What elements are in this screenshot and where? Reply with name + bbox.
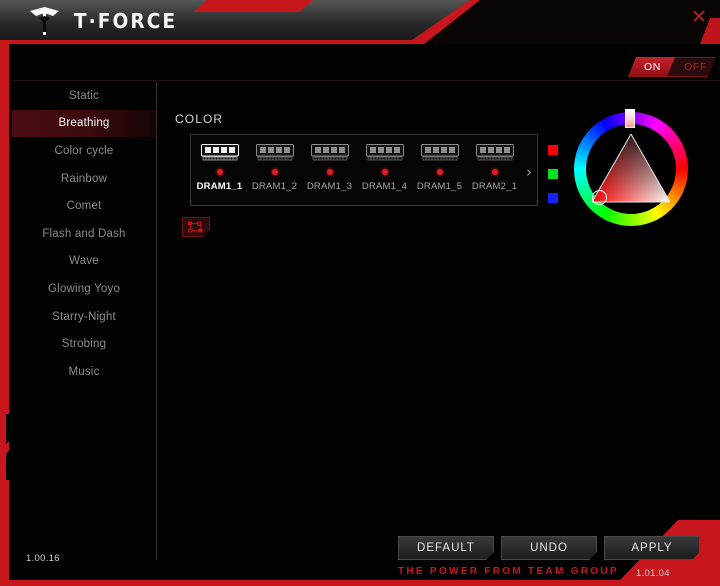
sidebar-item-glowing-yoyo[interactable]: Glowing Yoyo xyxy=(12,275,156,303)
brand-logo: T·FORCE xyxy=(28,6,181,36)
dram-module-icon xyxy=(255,144,294,161)
dram-led-indicator xyxy=(381,169,388,175)
version-right: 1.01.04 xyxy=(636,568,670,579)
version-left: 1.00.16 xyxy=(26,553,60,564)
sidebar-item-comet[interactable]: Comet xyxy=(12,192,156,220)
dram-module-icon xyxy=(420,144,459,161)
color-section-label: COLOR xyxy=(175,112,224,126)
sidebar-divider xyxy=(156,82,157,560)
sidebar-item-label: Flash and Dash xyxy=(42,227,126,240)
dram-led-indicator xyxy=(491,169,498,175)
toggle-off-segment[interactable]: OFF xyxy=(675,57,716,77)
sidebar-item-label: Wave xyxy=(69,255,99,268)
dram-module-dram2_1[interactable]: DRAM2_1 xyxy=(467,136,522,192)
sidebar-item-color-cycle[interactable]: Color cycle xyxy=(12,137,156,165)
sidebar-item-label: Color cycle xyxy=(54,144,114,157)
close-icon[interactable]: ✕ xyxy=(688,6,710,28)
sidebar-item-label: Music xyxy=(68,365,100,378)
sidebar-item-wave[interactable]: Wave xyxy=(12,248,156,276)
sidebar-item-strobing[interactable]: Strobing xyxy=(12,330,156,358)
dram-module-label: DRAM1_3 xyxy=(306,181,353,192)
dram-module-dram1_1[interactable]: DRAM1_1 xyxy=(192,136,247,192)
dram-module-dram1_5[interactable]: DRAM1_5 xyxy=(412,136,467,192)
chevron-right-icon[interactable]: › xyxy=(522,163,536,181)
dram-module-label: DRAM1_4 xyxy=(361,181,408,192)
dram-module-dram1_2[interactable]: DRAM1_2 xyxy=(247,136,302,192)
sidebar-item-music[interactable]: Music xyxy=(12,358,156,386)
dram-module-list: DRAM1_1 DRAM1_2 DRAM1_3 DRAM1_4 DRAM1_5 DRAM2… xyxy=(192,136,522,204)
red-channel-swatch[interactable] xyxy=(548,145,558,155)
sidebar-item-label: Rainbow xyxy=(60,172,108,185)
apply-button[interactable]: APPLY xyxy=(604,536,700,560)
sidebar-item-label: Static xyxy=(69,89,99,102)
sidebar-item-breathing[interactable]: Breathing xyxy=(12,109,156,138)
blue-channel-swatch[interactable] xyxy=(548,193,558,203)
sidebar-item-label: Glowing Yoyo xyxy=(47,282,121,295)
sidebar-item-flash-and-dash[interactable]: Flash and Dash xyxy=(12,220,156,248)
bottom-red-rail xyxy=(0,580,720,586)
dram-module-label: DRAM1_1 xyxy=(196,181,243,192)
sidebar-item-label: Breathing xyxy=(58,117,110,130)
tagline: THE POWER FROM TEAM GROUP xyxy=(398,566,619,577)
title-bar: T·FORCE ✕ xyxy=(0,0,720,44)
toggle-on-label: ON xyxy=(644,61,661,73)
sidebar-item-label: Starry-Night xyxy=(52,310,116,323)
saturation-value-cursor[interactable] xyxy=(592,190,607,205)
sidebar-item-label: Comet xyxy=(66,200,102,213)
color-wheel[interactable] xyxy=(566,109,696,226)
power-toggle[interactable]: ON OFF xyxy=(628,57,716,77)
link-sync-icon[interactable] xyxy=(182,217,210,237)
header-separator xyxy=(12,80,720,81)
dram-module-icon xyxy=(200,144,239,161)
sidebar-item-rainbow[interactable]: Rainbow xyxy=(12,165,156,193)
tforce-logo-icon xyxy=(30,7,59,35)
dram-led-indicator xyxy=(436,169,443,175)
rgb-channel-swatches xyxy=(548,145,558,203)
header-red-tab xyxy=(193,0,313,12)
sidebar-item-static[interactable]: Static xyxy=(12,82,156,110)
app-window: T·FORCE ✕ ON OFF Static Breathing Color cy… xyxy=(0,0,720,586)
effect-sidebar: Static Breathing Color cycle Rainbow Comet Fl… xyxy=(12,82,156,542)
dram-module-label: DRAM2_1 xyxy=(471,181,518,192)
dram-module-icon xyxy=(475,144,514,161)
dram-module-icon xyxy=(310,144,349,161)
dram-module-dram1_3[interactable]: DRAM1_3 xyxy=(302,136,357,192)
dram-module-icon xyxy=(365,144,404,161)
sidebar-item-label: Strobing xyxy=(61,338,107,351)
link-sync-glyph xyxy=(187,221,203,232)
dram-module-dram1_4[interactable]: DRAM1_4 xyxy=(357,136,412,192)
toggle-on-segment[interactable]: ON xyxy=(628,57,675,77)
toggle-off-label: OFF xyxy=(684,61,707,73)
dram-led-indicator xyxy=(216,169,223,175)
undo-button[interactable]: UNDO xyxy=(501,536,597,560)
brand-name: T·FORCE xyxy=(73,9,178,33)
dram-module-label: DRAM1_2 xyxy=(251,181,298,192)
sidebar-item-starry-night[interactable]: Starry-Night xyxy=(12,303,156,331)
dram-module-label: DRAM1_5 xyxy=(416,181,463,192)
hue-slider-handle[interactable] xyxy=(625,109,635,128)
dram-led-indicator xyxy=(271,169,278,175)
dram-led-indicator xyxy=(326,169,333,175)
green-channel-swatch[interactable] xyxy=(548,169,558,179)
default-button[interactable]: DEFAULT xyxy=(398,536,494,560)
